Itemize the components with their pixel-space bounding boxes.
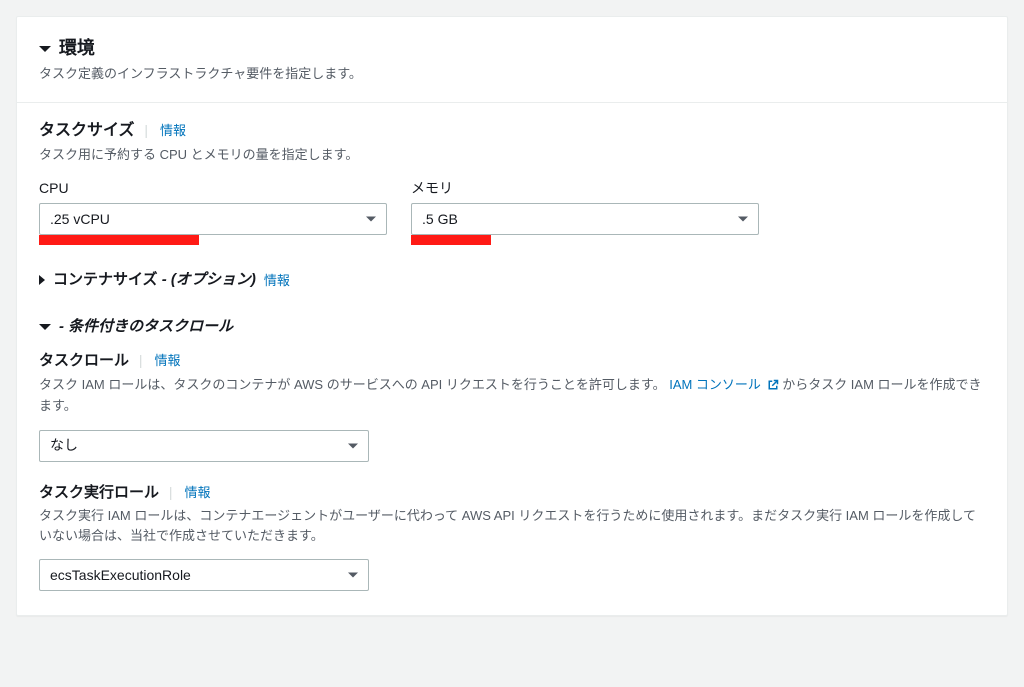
external-link-icon xyxy=(767,377,779,397)
environment-panel: 環境 タスク定義のインフラストラクチャ要件を指定します。 タスクサイズ | 情報… xyxy=(16,16,1008,616)
memory-label: メモリ xyxy=(411,178,759,199)
redaction-bar xyxy=(39,235,199,245)
exec-role-title: タスク実行ロール xyxy=(39,484,159,501)
cpu-label: CPU xyxy=(39,178,387,199)
cpu-select[interactable]: .25 vCPU xyxy=(39,203,387,235)
divider xyxy=(17,102,1007,103)
container-size-suffix: - (オプション) xyxy=(162,271,256,288)
task-role-desc-before: タスク IAM ロールは、タスクのコンテナが AWS のサービスへの API リ… xyxy=(39,377,666,392)
container-size-toggle[interactable]: コンテナサイズ - (オプション) 情報 xyxy=(39,269,985,292)
task-role-section: タスクロール | 情報 タスク IAM ロールは、タスクのコンテナが AWS の… xyxy=(39,350,985,462)
cpu-field: CPU .25 vCPU xyxy=(39,178,387,235)
divider-pipe: | xyxy=(139,352,143,368)
chevron-down-icon xyxy=(738,217,748,222)
conditional-role-toggle[interactable]: - 条件付きのタスクロール xyxy=(39,316,985,339)
iam-console-link-text: IAM コンソール xyxy=(669,377,761,392)
conditional-role-prefix: - xyxy=(59,318,64,335)
container-size-info-link[interactable]: 情報 xyxy=(264,271,290,291)
caret-right-icon xyxy=(39,275,45,285)
memory-select[interactable]: .5 GB xyxy=(411,203,759,235)
caret-down-icon xyxy=(39,324,51,330)
task-size-row: CPU .25 vCPU メモリ .5 GB xyxy=(39,178,985,235)
exec-role-info-link[interactable]: 情報 xyxy=(184,485,210,500)
exec-role-select[interactable]: ecsTaskExecutionRole xyxy=(39,559,369,591)
task-size-description: タスク用に予約する CPU とメモリの量を指定します。 xyxy=(39,145,985,165)
exec-role-description: タスク実行 IAM ロールは、コンテナエージェントがユーザーに代わって AWS … xyxy=(39,506,985,545)
cpu-value: .25 vCPU xyxy=(50,209,110,230)
chevron-down-icon xyxy=(348,443,358,448)
panel-header[interactable]: 環境 xyxy=(39,35,985,62)
task-role-info-link[interactable]: 情報 xyxy=(154,353,180,368)
divider-pipe: | xyxy=(169,484,173,500)
divider-pipe: | xyxy=(144,122,148,138)
chevron-down-icon xyxy=(348,573,358,578)
redaction-bar xyxy=(411,235,491,245)
task-size-title: タスクサイズ xyxy=(39,122,135,139)
task-role-value: なし xyxy=(50,435,78,456)
container-size-title: コンテナサイズ - (オプション) xyxy=(53,269,256,292)
iam-console-link[interactable]: IAM コンソール xyxy=(669,377,782,392)
task-role-select[interactable]: なし xyxy=(39,430,369,462)
conditional-role-title: - 条件付きのタスクロール xyxy=(59,316,233,339)
exec-role-section: タスク実行ロール | 情報 タスク実行 IAM ロールは、コンテナエージェントが… xyxy=(39,482,985,592)
exec-role-value: ecsTaskExecutionRole xyxy=(50,565,191,586)
memory-field: メモリ .5 GB xyxy=(411,178,759,235)
task-role-title: タスクロール xyxy=(39,352,129,369)
task-size-info-link[interactable]: 情報 xyxy=(160,123,186,138)
panel-description: タスク定義のインフラストラクチャ要件を指定します。 xyxy=(39,64,985,84)
panel-title: 環境 xyxy=(59,35,95,62)
conditional-role-main: 条件付きのタスクロール xyxy=(68,318,233,335)
caret-down-icon xyxy=(39,46,51,52)
container-size-main: コンテナサイズ xyxy=(53,271,158,288)
memory-value: .5 GB xyxy=(422,209,458,230)
task-size-header: タスクサイズ | 情報 xyxy=(39,119,985,143)
task-role-description: タスク IAM ロールは、タスクのコンテナが AWS のサービスへの API リ… xyxy=(39,375,985,416)
chevron-down-icon xyxy=(366,217,376,222)
